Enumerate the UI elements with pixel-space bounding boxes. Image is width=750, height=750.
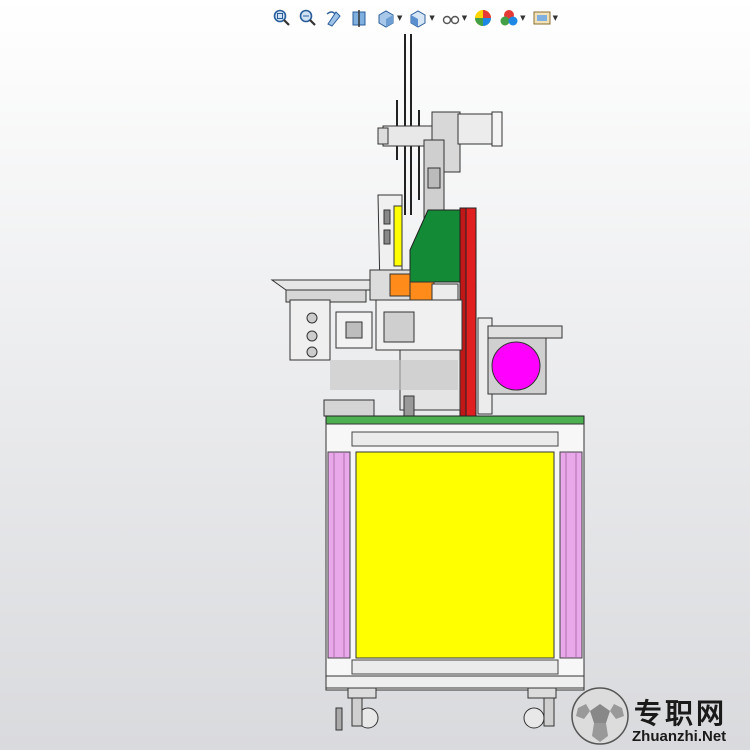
right-motor-bracket	[477, 317, 563, 415]
cad-model-viewport[interactable]	[0, 0, 750, 750]
soccer-ball-logo-icon	[571, 687, 629, 745]
watermark-site-text: Zhuanzhi.Net	[632, 728, 727, 745]
watermark-logo: 专职网 Zhuanzhi.Net	[566, 684, 750, 750]
left-tray	[270, 279, 385, 361]
watermark-chinese-text: 专职网	[634, 697, 728, 730]
main-frame	[325, 423, 585, 691]
vertical-rods	[396, 34, 420, 215]
green-top-plate	[325, 415, 585, 425]
left-caster	[335, 687, 379, 731]
right-caster	[523, 687, 557, 729]
yellow-panel	[355, 451, 555, 659]
